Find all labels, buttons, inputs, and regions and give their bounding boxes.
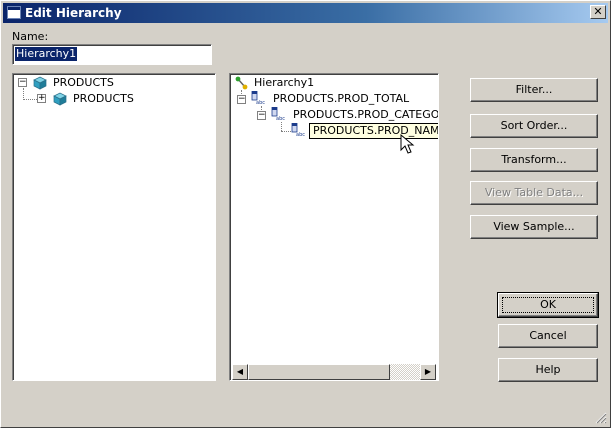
filter-button[interactable]: Filter... bbox=[470, 78, 598, 102]
expander-collapse[interactable]: − bbox=[237, 95, 246, 104]
column-abc-icon: abc bbox=[251, 91, 265, 105]
sort-order-button[interactable]: Sort Order... bbox=[470, 114, 598, 138]
svg-text:abc: abc bbox=[256, 100, 265, 105]
ok-button[interactable]: OK bbox=[497, 292, 599, 318]
tree-node-products-child[interactable]: PRODUCTS bbox=[73, 92, 134, 106]
view-sample-button[interactable]: View Sample... bbox=[470, 215, 598, 239]
window-title: Edit Hierarchy bbox=[25, 6, 122, 20]
view-table-data-button[interactable]: View Table Data... bbox=[470, 181, 598, 205]
mouse-cursor-icon bbox=[400, 134, 415, 154]
scroll-left-button[interactable]: ◀ bbox=[232, 364, 248, 380]
source-tree-panel[interactable]: − PRODUCTS + PRODUCTS bbox=[12, 73, 216, 381]
tree-line bbox=[281, 131, 291, 132]
name-label: Name: bbox=[12, 30, 49, 43]
cube-icon bbox=[53, 92, 67, 106]
tree-line bbox=[281, 122, 282, 131]
horizontal-scrollbar[interactable]: ◀ ▶ bbox=[232, 364, 436, 380]
tree-node-prod-category[interactable]: PRODUCTS.PROD_CATEGO bbox=[293, 108, 438, 122]
hierarchy-icon bbox=[235, 76, 248, 90]
svg-text:abc: abc bbox=[296, 132, 305, 137]
hierarchy-tree-panel[interactable]: Hierarchy1 − abc PRODUCTS.PROD_TOTAL − a… bbox=[229, 73, 439, 381]
help-button[interactable]: Help bbox=[498, 358, 598, 382]
tree-node-hierarchy1[interactable]: Hierarchy1 bbox=[254, 76, 314, 90]
name-field-value: Hierarchy1 bbox=[15, 47, 78, 61]
svg-text:abc: abc bbox=[276, 116, 285, 121]
column-abc-icon: abc bbox=[271, 107, 285, 121]
expander-collapse[interactable]: − bbox=[18, 78, 27, 87]
close-button[interactable]: ✕ bbox=[590, 5, 606, 19]
column-abc-icon: abc bbox=[291, 123, 305, 137]
resize-grip-icon[interactable] bbox=[595, 412, 607, 424]
expander-collapse[interactable]: − bbox=[257, 111, 266, 120]
tree-line bbox=[23, 99, 37, 100]
window-icon bbox=[7, 6, 21, 19]
scroll-thumb[interactable] bbox=[248, 364, 390, 380]
tree-node-prod-total[interactable]: PRODUCTS.PROD_TOTAL bbox=[273, 92, 409, 106]
cancel-button[interactable]: Cancel bbox=[498, 324, 598, 348]
edit-hierarchy-dialog: Edit Hierarchy ✕ Name: Hierarchy1 − PROD… bbox=[0, 0, 611, 428]
cube-icon bbox=[33, 76, 47, 90]
expander-expand[interactable]: + bbox=[37, 94, 46, 103]
name-field[interactable]: Hierarchy1 bbox=[12, 44, 212, 65]
scroll-right-button[interactable]: ▶ bbox=[420, 364, 436, 380]
tree-node-products-root[interactable]: PRODUCTS bbox=[53, 76, 114, 90]
transform-button[interactable]: Transform... bbox=[470, 148, 598, 172]
title-bar[interactable]: Edit Hierarchy ✕ bbox=[3, 3, 608, 23]
tooltip: PRODUCTS.PROD_NAME bbox=[309, 123, 438, 139]
